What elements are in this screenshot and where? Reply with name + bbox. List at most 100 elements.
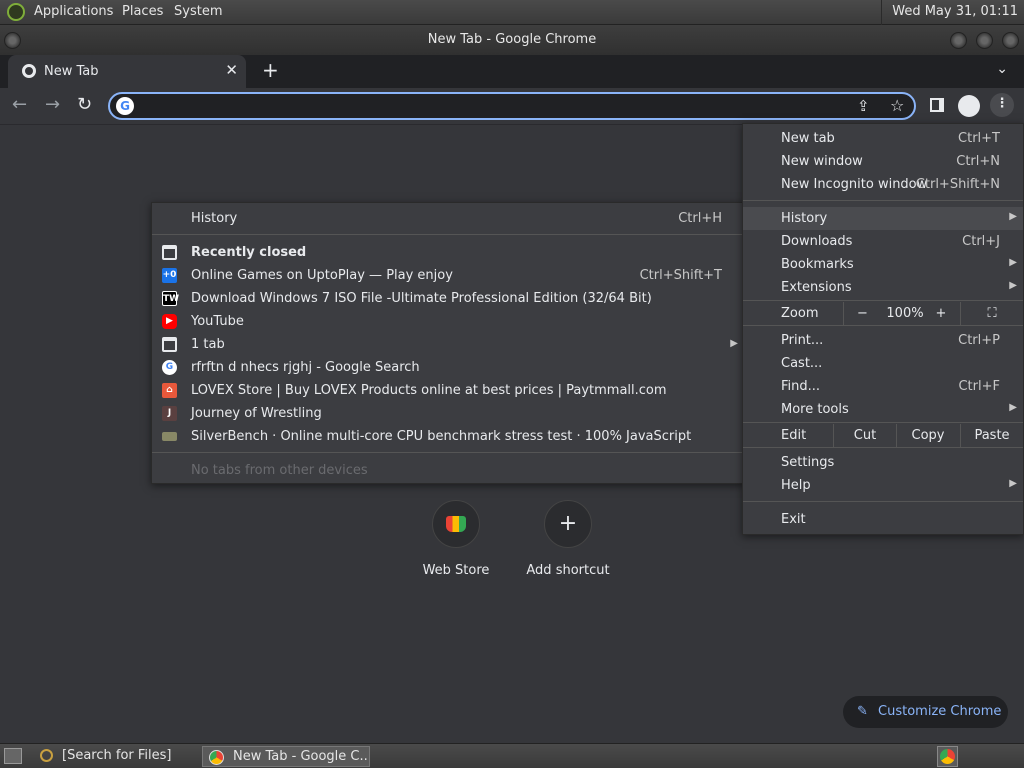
taskbar-search-files[interactable]: [Search for Files]	[32, 746, 200, 767]
youtube-icon: ▶	[162, 314, 177, 329]
divider	[743, 325, 1023, 326]
uptoplay-icon: +0	[162, 268, 177, 283]
divider	[743, 447, 1023, 448]
divider	[743, 300, 1023, 301]
history-item[interactable]: TW Download Windows 7 ISO File -Ultimate…	[152, 287, 744, 310]
menu-item-print[interactable]: Print... Ctrl+P	[743, 329, 1023, 352]
menu-item-help[interactable]: Help ▶	[743, 474, 1023, 497]
window-icon	[162, 337, 177, 352]
close-tab-icon[interactable]: ✕	[225, 61, 238, 79]
cut-button[interactable]: Cut	[833, 424, 896, 447]
menu-item-find[interactable]: Find... Ctrl+F	[743, 375, 1023, 398]
submenu-arrow-icon: ▶	[1009, 478, 1017, 489]
window-title: New Tab - Google Chrome	[427, 32, 597, 47]
divider	[743, 200, 1023, 201]
chrome-icon	[22, 64, 36, 78]
history-item[interactable]: +0 Online Games on UptoPlay — Play enjoy…	[152, 264, 744, 287]
shortcut-web-store[interactable]: Web Store	[396, 500, 516, 578]
shortcut-label: Web Store	[422, 563, 490, 578]
profile-avatar-icon[interactable]	[958, 95, 980, 117]
chrome-main-menu: New tab Ctrl+T New window Ctrl+N New Inc…	[742, 123, 1024, 535]
plus-icon: +	[544, 500, 592, 548]
taskbar-chrome-window[interactable]: New Tab - Google C...	[202, 746, 370, 767]
menu-item-new-window[interactable]: New window Ctrl+N	[743, 150, 1023, 173]
show-desktop-icon[interactable]	[4, 748, 22, 764]
web-store-icon	[432, 500, 480, 548]
side-panel-icon[interactable]	[930, 98, 944, 112]
divider	[743, 422, 1023, 423]
divider	[152, 234, 744, 235]
history-item-1-tab[interactable]: 1 tab ▶	[152, 333, 744, 356]
shortcut-label: Add shortcut	[526, 563, 610, 578]
bottom-taskbar: [Search for Files] New Tab - Google C...	[0, 743, 1024, 768]
maximize-button[interactable]	[976, 32, 993, 49]
menu-item-history[interactable]: History ▶	[743, 207, 1023, 230]
chrome-icon	[209, 750, 224, 765]
submenu-arrow-icon: ▶	[1009, 211, 1017, 222]
tab-search-chevron-icon[interactable]: ⌄	[996, 61, 1008, 77]
window-title-bar[interactable]: New Tab - Google Chrome	[0, 25, 1024, 55]
menu-item-more-tools[interactable]: More tools ▶	[743, 398, 1023, 421]
menu-item-new-tab[interactable]: New tab Ctrl+T	[743, 127, 1023, 150]
menu-item-new-incognito[interactable]: New Incognito window Ctrl+Shift+N	[743, 173, 1023, 196]
tab-new-tab[interactable]: New Tab ✕	[8, 55, 246, 88]
history-item[interactable]: J Journey of Wrestling	[152, 402, 744, 425]
history-item[interactable]: SilverBench · Online multi-core CPU benc…	[152, 425, 744, 448]
forward-icon[interactable]: →	[45, 94, 60, 115]
distro-logo-icon[interactable]	[7, 3, 25, 21]
menu-item-exit[interactable]: Exit	[743, 508, 1023, 531]
menu-item-settings[interactable]: Settings	[743, 451, 1023, 474]
zoom-out-button[interactable]: −	[843, 302, 881, 325]
bookmark-star-icon[interactable]: ☆	[890, 96, 904, 115]
submenu-arrow-icon: ▶	[730, 338, 738, 349]
menu-item-downloads[interactable]: Downloads Ctrl+J	[743, 230, 1023, 253]
silverbench-icon	[162, 432, 177, 441]
copy-button[interactable]: Copy	[896, 424, 959, 447]
history-item[interactable]: G rfrftn d nhecs rjghj - Google Search	[152, 356, 744, 379]
menu-item-extensions[interactable]: Extensions ▶	[743, 276, 1023, 299]
applications-menu[interactable]: Applications	[34, 4, 113, 19]
paste-button[interactable]: Paste	[960, 424, 1023, 447]
chrome-menu-icon[interactable]: ⋮	[990, 93, 1014, 117]
history-full-item[interactable]: History Ctrl+H	[152, 207, 744, 230]
tab-strip: New Tab ✕ + ⌄	[0, 55, 1024, 88]
tab-label: New Tab	[44, 64, 99, 79]
menu-item-cast[interactable]: Cast...	[743, 352, 1023, 375]
system-menu[interactable]: System	[174, 4, 222, 19]
menu-row-zoom: Zoom − 100% + ⛶	[743, 302, 1023, 325]
no-tabs-other-devices: No tabs from other devices	[191, 463, 368, 478]
pencil-icon: ✎	[857, 704, 868, 719]
paytm-mall-icon: ⌂	[162, 383, 177, 398]
top-system-panel: Applications Places System Wed May 31, 0…	[0, 0, 1024, 25]
address-bar[interactable]: G ⇪ ☆	[108, 92, 916, 120]
menu-item-bookmarks[interactable]: Bookmarks ▶	[743, 253, 1023, 276]
back-icon[interactable]: ←	[12, 94, 27, 115]
search-icon	[40, 749, 53, 762]
fullscreen-icon[interactable]: ⛶	[960, 302, 1023, 325]
minimize-button[interactable]	[950, 32, 967, 49]
customize-chrome-button[interactable]: ✎ Customize Chrome	[843, 696, 1008, 728]
history-item[interactable]: ⌂ LOVEX Store | Buy LOVEX Products onlin…	[152, 379, 744, 402]
reload-icon[interactable]: ↻	[77, 94, 92, 115]
history-item[interactable]: ▶ YouTube	[152, 310, 744, 333]
share-icon[interactable]: ⇪	[857, 97, 870, 115]
clock[interactable]: Wed May 31, 01:11	[881, 0, 1024, 25]
menu-row-edit: Edit Cut Copy Paste	[743, 424, 1023, 447]
submenu-arrow-icon: ▶	[1009, 280, 1017, 291]
shortcut-add[interactable]: + Add shortcut	[508, 500, 628, 578]
j-letter-icon: J	[162, 406, 177, 421]
browser-toolbar: ← → ↻ G ⇪ ☆ ⋮	[0, 88, 1024, 125]
zoom-in-button[interactable]: +	[929, 306, 953, 321]
places-menu[interactable]: Places	[122, 4, 163, 19]
google-icon: G	[116, 97, 134, 115]
submenu-arrow-icon: ▶	[1009, 402, 1017, 413]
google-icon: G	[162, 360, 177, 375]
zoom-level: 100%	[886, 306, 924, 321]
new-tab-button[interactable]: +	[262, 58, 279, 82]
divider	[743, 501, 1023, 502]
history-submenu: History Ctrl+H Recently closed +0 Online…	[151, 202, 745, 484]
close-window-button[interactable]	[1002, 32, 1019, 49]
tray-chrome-icon[interactable]	[937, 746, 958, 767]
submenu-arrow-icon: ▶	[1009, 257, 1017, 268]
tw-icon: TW	[162, 291, 179, 306]
